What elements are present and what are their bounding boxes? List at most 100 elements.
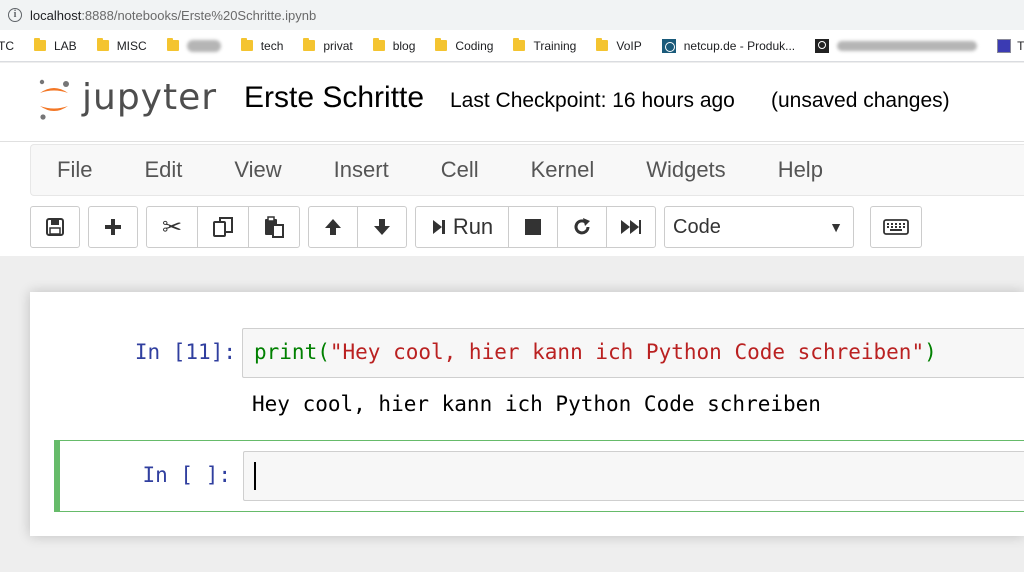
cut-button[interactable]: ✂ — [146, 206, 198, 248]
interrupt-button[interactable] — [508, 206, 558, 248]
bookmark-voip[interactable]: VoIP — [596, 38, 642, 53]
bookmark-training[interactable]: Training — [513, 38, 577, 53]
keyboard-group — [870, 206, 922, 248]
folder-icon — [596, 38, 609, 51]
search-icon — [815, 38, 830, 53]
netcup-icon — [661, 38, 676, 53]
save-group — [30, 206, 80, 248]
redacted-label — [186, 39, 221, 52]
menu-edit[interactable]: Edit — [144, 157, 182, 183]
restart-icon — [574, 218, 590, 235]
cell-type-value: Code — [673, 215, 721, 238]
main-toolbar: ✂ Run Code ▼ — [30, 206, 930, 248]
autosave-status: (unsaved changes) — [771, 89, 950, 112]
bookmark-privat[interactable]: privat — [303, 38, 353, 53]
folder-icon — [96, 38, 109, 51]
bookmark-label: VoIP — [616, 38, 642, 53]
save-button[interactable] — [30, 206, 80, 248]
copy-button[interactable] — [197, 206, 249, 248]
folder-icon — [34, 38, 46, 51]
notebook-container: In [11]: print("Hey cool, hier kann ich … — [30, 292, 1024, 536]
bookmark-tc[interactable]: TC — [0, 39, 14, 53]
bookmark-coding[interactable]: Coding — [435, 38, 494, 53]
arrow-up-icon — [325, 219, 341, 235]
run-label: Run — [452, 214, 494, 239]
bookmark-tech[interactable]: tech — [240, 38, 284, 53]
cut-icon: ✂ — [161, 213, 183, 241]
jupyter-logo-icon[interactable] — [36, 77, 72, 121]
stop-icon — [525, 219, 541, 235]
bookmark-search[interactable] — [815, 38, 978, 53]
cell-type-select[interactable]: Code ▼ — [664, 206, 854, 248]
folder-icon — [303, 38, 316, 51]
run-group: Run — [415, 206, 656, 248]
cell-output: Hey cool, hier kann ich Python Code schr… — [252, 392, 821, 416]
bookmark-t[interactable]: T — [997, 38, 1024, 53]
folder-icon — [166, 38, 179, 51]
bookmark-label: Coding — [455, 38, 494, 53]
bookmark-label: Training — [533, 38, 577, 53]
code-cell-input[interactable]: print("Hey cool, hier kann ich Python Co… — [242, 328, 1024, 378]
insert-cell-button[interactable] — [88, 206, 138, 248]
info-icon[interactable]: i — [8, 8, 22, 22]
restart-button[interactable] — [557, 206, 607, 248]
bookmark-label: privat — [323, 38, 353, 53]
dropdown-arrow-icon: ▼ — [829, 219, 843, 235]
jupyter-logo-text[interactable]: jupyter — [82, 77, 217, 118]
menu-widgets[interactable]: Widgets — [646, 157, 725, 183]
folder-icon — [372, 38, 385, 51]
bookmark-lab[interactable]: LAB — [34, 38, 77, 53]
menu-insert[interactable]: Insert — [334, 157, 389, 183]
text-cursor — [254, 462, 256, 490]
cell-selection-bar — [54, 440, 60, 512]
bookmark-label: tech — [260, 38, 284, 53]
paste-icon — [265, 216, 284, 238]
step-forward-icon — [432, 220, 445, 234]
code-string: "Hey cool, hier kann ich Python Code sch… — [329, 340, 925, 364]
code-builtin: print( — [254, 340, 330, 364]
bookmark-label: T — [1017, 38, 1024, 53]
menu-cell[interactable]: Cell — [441, 157, 479, 183]
bookmark-redacted[interactable] — [166, 38, 221, 52]
menu-kernel[interactable]: Kernel — [531, 157, 595, 183]
bookmark-misc[interactable]: MISC — [96, 38, 147, 53]
bookmark-blog[interactable]: blog — [372, 38, 416, 53]
paste-button[interactable] — [248, 206, 300, 248]
menu-file[interactable]: File — [57, 157, 92, 183]
checkpoint-status: Last Checkpoint: 16 hours ago — [450, 89, 735, 112]
folder-icon — [435, 38, 448, 51]
menu-view[interactable]: View — [234, 157, 281, 183]
bookmarks-bar: TC LAB MISC tech privat blog Coding Trai… — [0, 30, 1024, 62]
url-path: :8888/notebooks/Erste%20Schritte.ipynb — [81, 7, 317, 23]
plus-icon — [105, 219, 121, 235]
address-bar[interactable]: i localhost:8888/notebooks/Erste%20Schri… — [0, 0, 1024, 30]
restart-run-all-button[interactable] — [606, 206, 656, 248]
move-group — [308, 206, 407, 248]
command-palette-button[interactable] — [870, 206, 922, 248]
arrow-down-icon — [374, 219, 390, 235]
menu-help[interactable]: Help — [778, 157, 823, 183]
save-icon — [46, 218, 64, 236]
code-paren: ) — [924, 340, 937, 364]
menubar: File Edit View Insert Cell Kernel Widget… — [30, 144, 1024, 196]
input-prompt: In [11]: — [134, 340, 236, 364]
fast-forward-icon — [621, 220, 641, 234]
url-text[interactable]: localhost:8888/notebooks/Erste%20Schritt… — [30, 8, 316, 23]
page-icon — [997, 38, 1012, 53]
bookmark-label: netcup.de - Produk... — [683, 38, 796, 53]
active-code-cell[interactable]: In [ ]: — [54, 440, 1024, 512]
bookmark-label: MISC — [116, 38, 147, 53]
run-button[interactable]: Run — [415, 206, 509, 248]
move-down-button[interactable] — [357, 206, 407, 248]
input-prompt: In [ ]: — [142, 463, 231, 487]
notebook-title[interactable]: Erste Schritte — [244, 81, 424, 115]
copy-icon — [213, 217, 233, 237]
bookmark-label: blog — [392, 38, 416, 53]
insert-group — [88, 206, 138, 248]
move-up-button[interactable] — [308, 206, 358, 248]
keyboard-icon — [883, 219, 909, 235]
code-cell-input[interactable] — [243, 451, 1024, 501]
url-host: localhost — [30, 7, 82, 23]
folder-icon — [240, 38, 253, 51]
bookmark-netcup[interactable]: netcup.de - Produk... — [661, 38, 796, 53]
